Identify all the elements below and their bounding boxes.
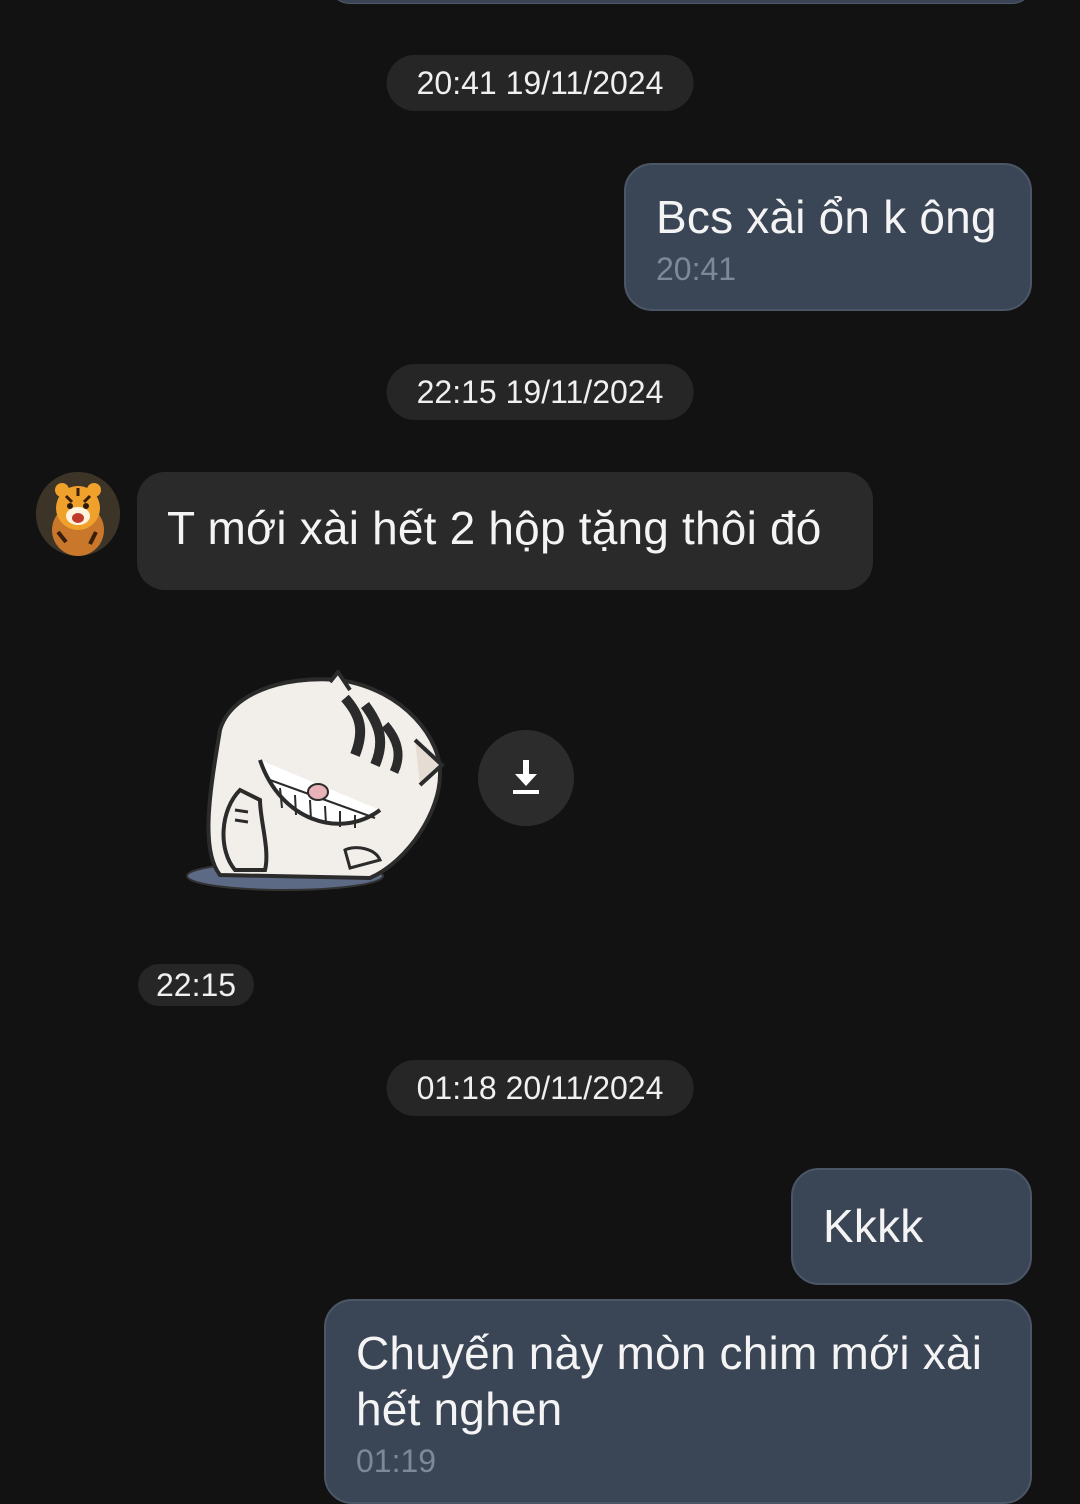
message-text: Kkkk — [823, 1200, 924, 1252]
download-icon — [506, 756, 546, 801]
incoming-message-bubble[interactable]: T mới xài hết 2 hộp tặng thôi đó — [137, 472, 873, 590]
message-time: 20:41 — [656, 251, 737, 287]
sticker-time: 22:15 — [138, 964, 255, 1006]
laughing-cat-sticker[interactable] — [180, 668, 450, 900]
date-separator: 01:18 20/11/2024 — [386, 1060, 694, 1116]
message-text: T mới xài hết 2 hộp tặng thôi đó — [167, 502, 822, 554]
download-button[interactable] — [478, 730, 574, 826]
previous-message-bubble[interactable] — [328, 0, 1034, 4]
outgoing-message-bubble[interactable]: Chuyến này mòn chim mới xài hết nghen 01… — [324, 1299, 1032, 1504]
tiger-avatar[interactable] — [36, 472, 120, 556]
message-text: Bcs xài ổn k ông — [656, 191, 997, 243]
outgoing-message-bubble[interactable]: Kkkk — [791, 1168, 1032, 1285]
message-time: 01:19 — [356, 1443, 437, 1479]
message-text: Chuyến này mòn chim mới xài hết nghen — [356, 1327, 983, 1435]
outgoing-message-bubble[interactable]: Bcs xài ổn k ông 20:41 — [624, 163, 1032, 311]
date-separator: 22:15 19/11/2024 — [386, 364, 694, 420]
date-separator: 20:41 19/11/2024 — [386, 55, 694, 111]
